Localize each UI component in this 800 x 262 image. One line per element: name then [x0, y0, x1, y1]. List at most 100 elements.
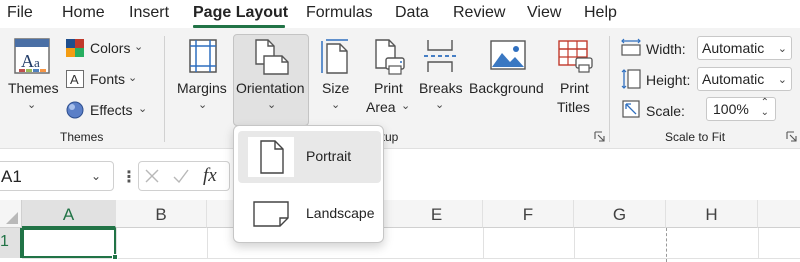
fill-handle[interactable] — [112, 254, 118, 260]
tab-help[interactable]: Help — [584, 4, 617, 22]
width-icon — [621, 38, 641, 56]
insert-function-button[interactable]: fx — [203, 165, 217, 187]
column-header-e[interactable]: E — [391, 200, 483, 228]
margins-label: Margins — [177, 80, 227, 96]
page-setup-launcher-icon[interactable] — [594, 131, 605, 142]
svg-text:a: a — [34, 55, 40, 70]
scale-to-fit-group-label: Scale to Fit — [665, 130, 726, 144]
tab-file[interactable]: File — [7, 4, 33, 22]
chevron-down-icon: ⌄ — [777, 43, 787, 55]
more-options-icon[interactable]: ⋮ — [121, 167, 137, 187]
formula-buttons: fx — [138, 161, 230, 191]
column-header-h[interactable]: H — [666, 200, 758, 228]
themes-group-label: Themes — [60, 130, 104, 144]
column-header-partial[interactable] — [758, 200, 800, 228]
scale-icon — [622, 100, 640, 118]
scale-label: Scale: — [646, 103, 685, 119]
portrait-label: Portrait — [306, 148, 352, 164]
chevron-down-icon: ⌄ — [134, 41, 144, 53]
gridline — [758, 228, 759, 258]
chevron-down-icon: ⌄ — [435, 99, 445, 111]
fonts-label: Fonts — [90, 71, 126, 87]
formula-bar: A1 ⌄ ⋮ fx — [0, 148, 800, 200]
height-icon — [621, 69, 641, 89]
gridline — [22, 258, 800, 259]
background-label: Background — [469, 80, 544, 96]
tab-insert[interactable]: Insert — [129, 4, 169, 22]
group-divider — [164, 36, 165, 142]
orientation-icon — [255, 39, 289, 75]
height-label: Height: — [646, 72, 691, 88]
page-break-line — [666, 228, 667, 262]
active-cell-a1[interactable] — [22, 228, 116, 258]
effects-icon — [66, 101, 84, 119]
chevron-down-icon: ⌄ — [138, 103, 148, 115]
select-all-corner[interactable] — [0, 200, 22, 228]
print-area-label-line2: Area — [366, 99, 396, 115]
svg-text:A: A — [21, 51, 34, 71]
color-palette-icon — [66, 39, 84, 57]
tab-data[interactable]: Data — [395, 4, 429, 22]
width-select-value: Automatic — [702, 40, 765, 56]
print-titles-label-line1: Print — [560, 80, 589, 96]
chevron-down-icon[interactable]: ⌄ — [91, 169, 101, 183]
column-header-g[interactable]: G — [574, 200, 666, 228]
menu-item-portrait[interactable]: Portrait — [238, 131, 381, 183]
chevron-down-icon: ⌄ — [777, 74, 787, 86]
scale-to-fit-launcher-icon[interactable] — [786, 131, 797, 142]
scale-spinner[interactable]: 100% ⌃ ⌄ — [706, 97, 776, 121]
size-label: Size — [322, 80, 350, 96]
chevron-down-icon: ⌄ — [267, 99, 277, 111]
print-titles-label-line2: Titles — [557, 99, 590, 115]
chevron-down-icon: ⌄ — [27, 99, 37, 111]
column-header-a[interactable]: A — [22, 200, 116, 228]
colors-label: Colors — [90, 40, 131, 56]
name-box[interactable]: A1 ⌄ — [0, 161, 114, 191]
menu-item-landscape[interactable]: Landscape — [238, 188, 381, 240]
width-label: Width: — [646, 41, 686, 57]
height-select[interactable]: Automatic ⌄ — [697, 67, 792, 91]
margins-icon — [189, 39, 217, 73]
gridline — [207, 228, 208, 258]
print-area-icon — [375, 39, 405, 75]
row-header-1[interactable]: 1 — [0, 228, 22, 258]
cancel-icon[interactable] — [145, 169, 159, 183]
themes-label: Themes — [8, 80, 59, 96]
chevron-down-icon: ⌄ — [128, 72, 138, 84]
landscape-icon — [253, 201, 289, 227]
themes-icon: A a — [14, 38, 50, 74]
portrait-icon-frame — [248, 137, 294, 177]
spreadsheet-grid: A B E F G H 1 — [0, 200, 800, 262]
column-header-b[interactable]: B — [116, 200, 207, 228]
tab-review[interactable]: Review — [453, 4, 505, 22]
svg-text:A: A — [70, 72, 79, 87]
tab-page-layout[interactable]: Page Layout — [193, 4, 288, 22]
breaks-label: Breaks — [419, 80, 463, 96]
page-size-icon — [321, 39, 348, 74]
orientation-menu: Portrait Landscape — [233, 125, 384, 243]
breaks-icon — [424, 40, 456, 72]
portrait-icon — [260, 140, 284, 174]
width-select[interactable]: Automatic ⌄ — [697, 36, 792, 60]
column-header-f[interactable]: F — [483, 200, 574, 228]
orientation-label: Orientation — [236, 80, 305, 96]
spin-down-icon[interactable]: ⌄ — [761, 107, 769, 118]
tab-home[interactable]: Home — [62, 4, 105, 22]
chevron-down-icon: ⌄ — [198, 99, 208, 111]
effects-label: Effects — [90, 102, 133, 118]
name-box-value: A1 — [1, 167, 22, 186]
tab-view[interactable]: View — [527, 4, 561, 22]
group-divider — [609, 36, 610, 142]
font-icon: A — [66, 70, 84, 88]
landscape-label: Landscape — [306, 205, 375, 221]
chevron-down-icon: ⌄ — [331, 99, 341, 111]
background-image-icon — [490, 40, 526, 70]
gridline — [574, 228, 575, 258]
chevron-down-icon: ⌄ — [401, 100, 411, 112]
print-titles-icon — [558, 40, 593, 73]
print-area-label-line1: Print — [374, 80, 403, 96]
select-all-icon — [6, 212, 18, 224]
tab-formulas[interactable]: Formulas — [306, 4, 373, 22]
enter-icon[interactable] — [173, 169, 189, 183]
scale-value: 100% — [713, 101, 749, 117]
